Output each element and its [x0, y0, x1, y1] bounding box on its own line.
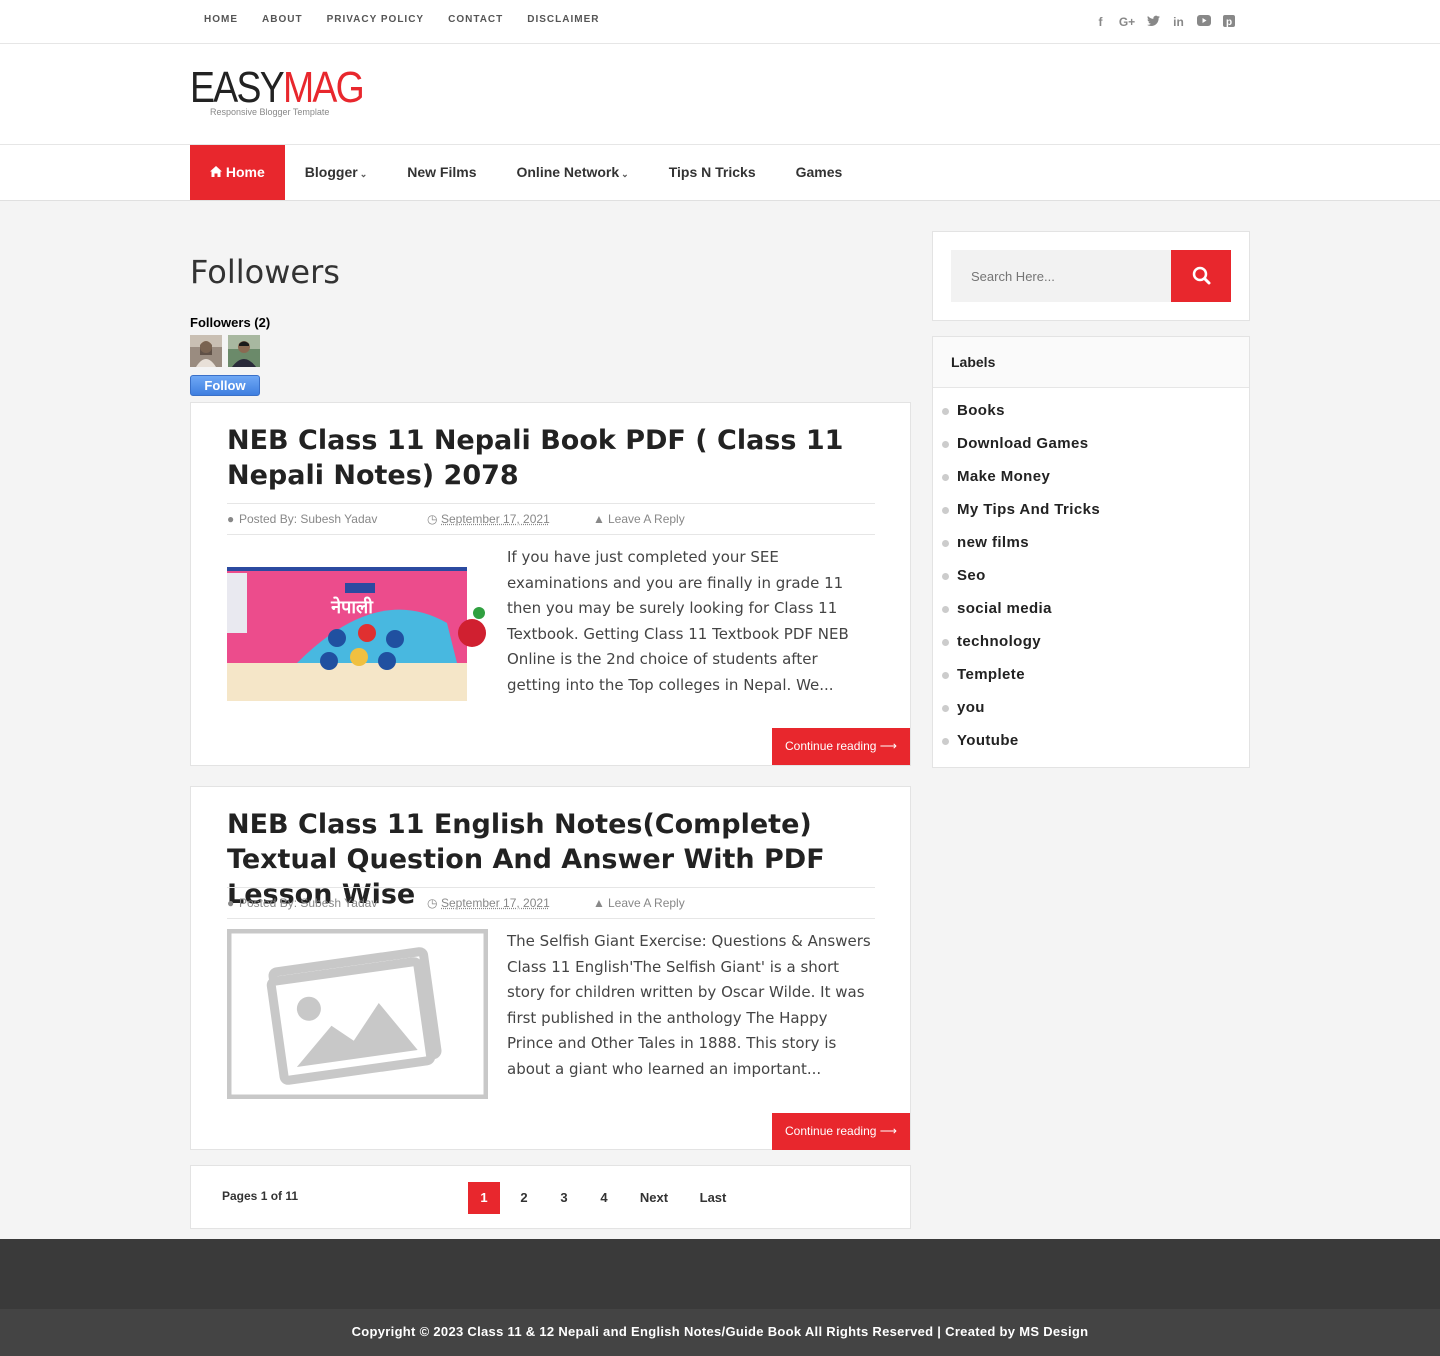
footer-bottom: Copyright © 2023 Class 11 & 12 Nepali an… — [0, 1309, 1440, 1356]
social-links: f G+ in p — [1093, 15, 1236, 30]
site-logo[interactable]: EASYMAG — [190, 63, 365, 112]
next-page-link[interactable]: Next — [636, 1182, 672, 1214]
pagination: Pages 1 of 11 1 2 3 4 Next Last — [190, 1165, 911, 1229]
continue-reading-label: Continue reading — [785, 739, 877, 753]
nav-item-label: Games — [795, 164, 843, 180]
label-link-download-games[interactable]: Download Games — [941, 435, 1088, 452]
post-reply-link[interactable]: Leave A Reply — [608, 512, 685, 526]
top-nav-home[interactable]: HOME — [204, 14, 238, 25]
label-link-youtube[interactable]: Youtube — [942, 732, 1019, 749]
top-nav-about[interactable]: ABOUT — [262, 14, 303, 25]
label-link-make-money[interactable]: Make Money — [941, 468, 1050, 485]
nav-item-label: Online Network — [516, 164, 620, 180]
label-link-new-films[interactable]: new films — [942, 534, 1029, 551]
svg-text:p: p — [1225, 17, 1231, 27]
comment-icon: ▲ — [593, 896, 605, 910]
nav-item-online-network[interactable]: Online Network ⌄ — [496, 145, 648, 200]
top-nav-contact[interactable]: CONTACT — [448, 14, 503, 25]
post-title[interactable]: NEB Class 11 Nepali Book PDF ( Class 11 … — [227, 423, 877, 493]
label-link-books[interactable]: Books — [942, 402, 1005, 419]
chevron-down-icon: ⌄ — [359, 169, 368, 179]
post-author[interactable]: Posted By: Subesh Yadav — [239, 512, 377, 526]
image-placeholder-icon — [226, 928, 489, 1100]
post-thumbnail[interactable] — [226, 928, 489, 1100]
nav-item-label: Blogger — [304, 164, 358, 180]
post-reply-link[interactable]: Leave A Reply — [608, 896, 685, 910]
logo-part-mag: MAG — [282, 63, 365, 112]
label-link-you[interactable]: you — [942, 699, 985, 716]
user-icon: ● — [227, 512, 235, 526]
top-nav: HOME ABOUT PRIVACY POLICY CONTACT DISCLA… — [192, 14, 611, 25]
page-link[interactable]: 2 — [514, 1182, 534, 1214]
nav-item-games[interactable]: Games — [776, 145, 863, 200]
labels-title: Labels — [951, 354, 996, 370]
page-link[interactable]: 3 — [554, 1182, 574, 1214]
post-meta: ● Posted By: Subesh Yadav ◷ September 17… — [227, 887, 875, 919]
label-link-templete[interactable]: Templete — [942, 666, 1025, 683]
logo-tagline: Responsive Blogger Template — [210, 107, 330, 117]
continue-reading-label: Continue reading — [785, 1124, 877, 1138]
labels-header: Labels — [933, 337, 1249, 388]
nav-item-label: Tips N Tricks — [668, 164, 756, 180]
clock-icon: ◷ — [427, 512, 438, 526]
pinterest-icon[interactable]: p — [1221, 15, 1236, 30]
post-excerpt: If you have just completed your SEE exam… — [507, 548, 849, 694]
followers-count: Followers (2) — [190, 315, 271, 330]
post-meta: ● Posted By: Subesh Yadav ◷ September 17… — [227, 503, 875, 535]
continue-reading-button[interactable]: Continue reading ⟶ — [772, 728, 910, 765]
page-link-current[interactable]: 1 — [468, 1182, 500, 1214]
search-icon — [1192, 266, 1211, 285]
search-input[interactable] — [951, 250, 1171, 302]
chevron-down-icon: ⌄ — [621, 169, 629, 179]
post-thumbnail[interactable]: नेपाली — [227, 563, 488, 705]
label-link-social-media[interactable]: social media — [942, 600, 1052, 617]
arrow-right-icon: ⟶ — [879, 739, 897, 753]
label-link-technology[interactable]: technology — [941, 633, 1041, 650]
nav-item-blogger[interactable]: Blogger ⌄ — [285, 145, 387, 200]
search-button[interactable] — [1171, 250, 1231, 302]
nav-item-label: New Films — [407, 164, 477, 180]
follower-avatar[interactable] — [228, 335, 260, 367]
main-nav: Home Blogger ⌄ New Films Online Network ⌄ … — [0, 144, 1440, 201]
top-nav-disclaimer[interactable]: DISCLAIMER — [527, 14, 599, 25]
linkedin-icon[interactable]: in — [1171, 15, 1186, 30]
twitter-icon[interactable] — [1146, 15, 1161, 30]
comment-icon: ▲ — [593, 512, 605, 526]
label-link-my-tips-and-tricks[interactable]: My Tips And Tricks — [941, 501, 1100, 518]
last-page-link[interactable]: Last — [696, 1182, 730, 1214]
follower-avatar[interactable] — [190, 335, 222, 367]
pagination-label: Pages 1 of 11 — [222, 1189, 299, 1203]
facebook-icon[interactable]: f — [1093, 15, 1108, 30]
user-icon: ● — [227, 896, 235, 910]
top-nav-privacy-policy[interactable]: PRIVACY POLICY — [327, 14, 425, 25]
post-author[interactable]: Posted By: Subesh Yadav — [239, 896, 377, 910]
labels-widget: Labels Books Download Games Make Money M… — [932, 336, 1250, 768]
logo-part-easy: EASY — [190, 63, 285, 112]
arrow-right-icon: ⟶ — [879, 1124, 897, 1138]
post-excerpt: The Selfish Giant Exercise: Questions & … — [507, 932, 871, 1078]
continue-reading-button[interactable]: Continue reading ⟶ — [772, 1113, 910, 1150]
google-plus-icon[interactable]: G+ — [1118, 15, 1136, 30]
thumbnail-text: नेपाली — [330, 596, 374, 618]
label-link-seo[interactable]: Seo — [942, 567, 986, 584]
clock-icon: ◷ — [427, 896, 438, 910]
follow-button[interactable]: Follow — [190, 375, 260, 396]
post-date[interactable]: September 17, 2021 — [441, 896, 550, 910]
youtube-icon[interactable] — [1196, 15, 1211, 30]
top-bar: HOME ABOUT PRIVACY POLICY CONTACT DISCLA… — [0, 0, 1440, 44]
page-title: Followers — [190, 253, 340, 291]
home-icon — [210, 164, 226, 180]
footer-copyright: Copyright © 2023 Class 11 & 12 Nepali an… — [351, 1324, 1089, 1339]
post-card: NEB Class 11 Nepali Book PDF ( Class 11 … — [190, 402, 911, 766]
post-card: NEB Class 11 English Notes(Complete) Tex… — [190, 786, 911, 1150]
page-link[interactable]: 4 — [594, 1182, 614, 1214]
footer-widgets-area — [0, 1239, 1440, 1309]
search-widget — [932, 231, 1250, 321]
post-date[interactable]: September 17, 2021 — [441, 512, 550, 526]
nav-item-new-films[interactable]: New Films — [387, 145, 496, 200]
site-header: EASYMAG Responsive Blogger Template — [0, 44, 1440, 144]
nav-item-tips-n-tricks[interactable]: Tips N Tricks — [649, 145, 776, 200]
nav-item-home[interactable]: Home — [190, 145, 285, 200]
nav-item-label: Home — [225, 164, 265, 180]
